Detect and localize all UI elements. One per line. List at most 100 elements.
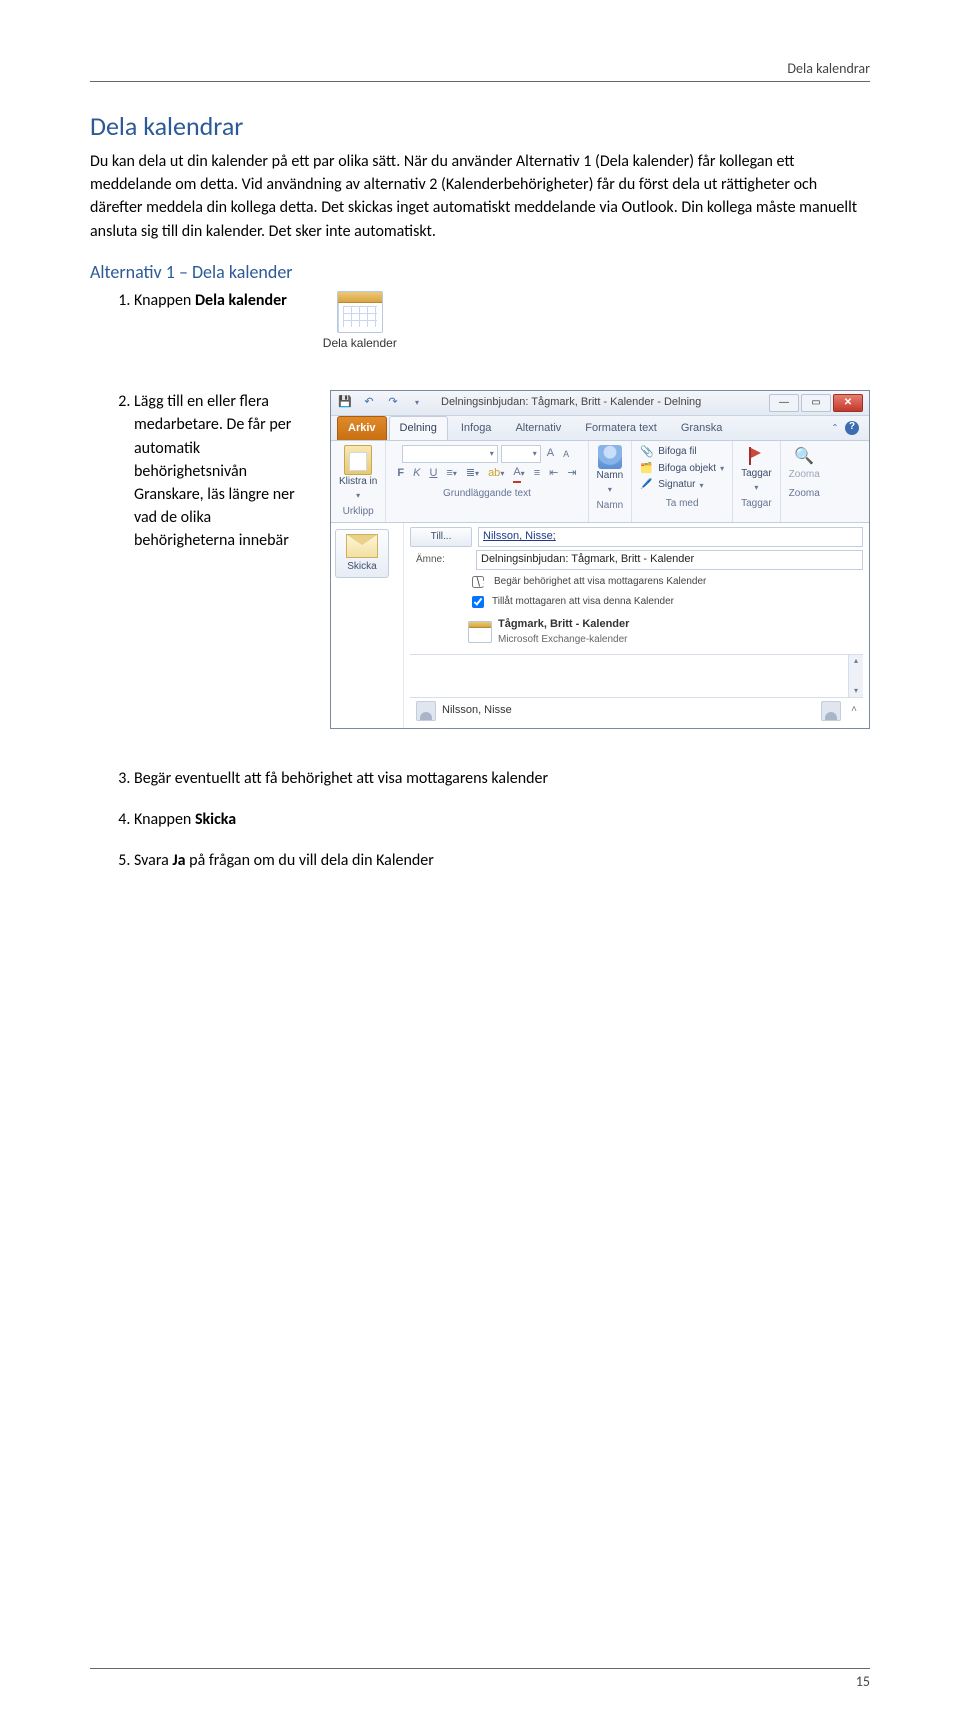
tab-granska[interactable]: Granska <box>670 416 734 440</box>
attach-object-label: Bifoga objekt <box>658 462 716 477</box>
step-4: Knappen Skicka <box>134 808 870 831</box>
group-label-include: Ta med <box>666 497 699 512</box>
paste-button[interactable]: Klistra in ▾ <box>339 445 377 501</box>
request-permission-row[interactable]: Begär behörighet att visa mottagarens Ka… <box>468 573 863 591</box>
window-title: Delningsinbjudan: Tågmark, Britt - Kalen… <box>441 395 761 411</box>
indent-right-button[interactable]: ⇥ <box>564 465 579 483</box>
signature-icon <box>640 478 654 492</box>
font-family-combo[interactable]: ▾ <box>402 445 498 463</box>
scroll-down-icon[interactable]: ▾ <box>854 685 858 697</box>
names-label: Namn <box>597 469 624 484</box>
window-titlebar: 💾 ↶ ↷ ▾ Delningsinbjudan: Tågmark, Britt… <box>331 391 869 416</box>
footer-rule <box>90 1668 870 1669</box>
alt1-heading: Alternativ 1 – Dela kalender <box>90 261 870 283</box>
envelope-icon <box>346 534 378 558</box>
tags-dropdown-icon[interactable]: ▾ <box>754 482 758 494</box>
highlight-button[interactable]: ab▾ <box>485 465 507 483</box>
compose-area: Skicka Till... Nilsson, Nisse; Ämne: Del… <box>331 523 869 728</box>
group-label-urklipp: Urklipp <box>343 505 374 520</box>
expand-people-pane-icon[interactable]: ˄ <box>851 703 857 718</box>
tab-delning[interactable]: Delning <box>389 416 448 440</box>
scroll-up-icon[interactable]: ▴ <box>854 655 858 667</box>
allow-recipient-label: Tillåt mottagaren att visa denna Kalende… <box>492 595 674 610</box>
paste-dropdown-icon[interactable]: ▾ <box>356 490 360 502</box>
italic-button[interactable]: K <box>410 465 423 483</box>
page-number: 15 <box>90 1673 870 1690</box>
indent-left-button[interactable]: ⇤ <box>546 465 561 483</box>
attach-file-label: Bifoga fil <box>658 445 696 460</box>
page-title: Dela kalendrar <box>90 110 870 142</box>
ribbon-group-font: ▾ ▾ A A F K U ≡▾ ≣▾ ab▾ <box>386 441 588 522</box>
to-button[interactable]: Till... <box>410 527 472 548</box>
tags-button[interactable]: Taggar ▾ <box>741 445 772 493</box>
allow-recipient-checkbox[interactable] <box>472 596 484 608</box>
undo-icon[interactable]: ↶ <box>361 395 377 411</box>
allow-recipient-row[interactable]: Tillåt mottagaren att visa denna Kalende… <box>468 593 863 611</box>
subject-label: Ämne: <box>410 551 470 570</box>
people-pane: Nilsson, Nisse ˄ <box>410 697 863 724</box>
close-button[interactable]: ✕ <box>833 394 863 412</box>
ribbon-group-names: Namn ▾ Namn <box>589 441 633 522</box>
group-label-font: Grundläggande text <box>443 487 531 502</box>
signature-button[interactable]: Signatur▾ <box>640 478 703 493</box>
attach-object-button[interactable]: Bifoga objekt▾ <box>640 462 724 477</box>
paperclip-icon <box>640 445 654 459</box>
tab-formatera[interactable]: Formatera text <box>574 416 668 440</box>
share-calendar-label: Dela kalender <box>315 335 405 352</box>
minimize-button[interactable]: — <box>769 394 799 412</box>
step5-prefix: Svara <box>134 851 172 870</box>
footer: 15 <box>90 1668 870 1690</box>
step5-bold: Ja <box>172 851 185 870</box>
send-label: Skicka <box>336 560 388 575</box>
to-value: Nilsson, Nisse; <box>483 529 556 545</box>
step-1: Knappen Dela kalender Dela kalender <box>134 289 870 352</box>
shrink-font-button[interactable]: A <box>560 445 572 463</box>
bold-button[interactable]: F <box>394 465 407 483</box>
shared-calendar-name: Tågmark, Britt - Kalender <box>498 617 629 633</box>
zoom-label: Zooma <box>789 468 820 483</box>
zoom-button[interactable]: Zooma <box>789 445 820 483</box>
group-label-tags: Taggar <box>741 497 772 512</box>
collapse-ribbon-icon[interactable]: ˆ <box>833 421 837 438</box>
align-button[interactable]: ≡ <box>531 465 543 483</box>
ribbon-group-zoom: Zooma Zooma <box>781 441 828 522</box>
magnifier-icon <box>794 445 814 468</box>
subject-field[interactable]: Delningsinbjudan: Tågmark, Britt - Kalen… <box>476 550 863 570</box>
names-button[interactable]: Namn ▾ <box>597 445 624 495</box>
tab-infoga[interactable]: Infoga <box>450 416 503 440</box>
underline-button[interactable]: U <box>426 465 440 483</box>
calendar-small-icon <box>468 621 492 643</box>
outlook-sharing-window: 💾 ↶ ↷ ▾ Delningsinbjudan: Tågmark, Britt… <box>330 390 870 728</box>
ribbon-group-tags: Taggar ▾ Taggar <box>733 441 781 522</box>
message-body[interactable]: ▴ ▾ <box>410 654 863 697</box>
ribbon-group-include: Bifoga fil Bifoga objekt▾ Signatur▾ Ta m… <box>632 441 733 522</box>
scrollbar[interactable]: ▴ ▾ <box>848 655 863 697</box>
font-size-combo[interactable]: ▾ <box>501 445 541 463</box>
share-calendar-button-figure: Dela kalender <box>315 289 405 352</box>
numbering-button[interactable]: ≣▾ <box>463 465 482 483</box>
group-label-names: Namn <box>597 499 624 514</box>
step1-prefix: Knappen <box>134 291 195 310</box>
maximize-button[interactable]: ▭ <box>801 394 831 412</box>
tags-label: Taggar <box>741 467 772 482</box>
ribbon-body: Klistra in ▾ Urklipp ▾ ▾ A A <box>331 441 869 523</box>
intro-paragraph: Du kan dela ut din kalender på ett par o… <box>90 150 870 243</box>
tab-file[interactable]: Arkiv <box>337 416 387 440</box>
names-dropdown-icon[interactable]: ▾ <box>608 484 612 496</box>
qat-dropdown-icon[interactable]: ▾ <box>409 395 425 411</box>
step1-bold: Dela kalender <box>195 291 287 310</box>
request-permission-label: Begär behörighet att visa mottagarens Ka… <box>494 575 706 590</box>
step-5: Svara Ja på frågan om du vill dela din K… <box>134 849 870 872</box>
help-icon[interactable]: ? <box>845 421 859 435</box>
avatar-icon-right <box>821 701 841 721</box>
font-color-button[interactable]: A▾ <box>510 465 527 483</box>
save-icon[interactable]: 💾 <box>337 395 353 411</box>
attach-file-button[interactable]: Bifoga fil <box>640 445 696 460</box>
bullets-button[interactable]: ≡▾ <box>443 465 459 483</box>
grow-font-button[interactable]: A <box>544 445 557 463</box>
send-button[interactable]: Skicka <box>335 529 389 579</box>
attendee-name: Nilsson, Nisse <box>442 703 512 719</box>
to-field[interactable]: Nilsson, Nisse; <box>478 527 863 547</box>
tab-alternativ[interactable]: Alternativ <box>504 416 572 440</box>
redo-icon[interactable]: ↷ <box>385 395 401 411</box>
